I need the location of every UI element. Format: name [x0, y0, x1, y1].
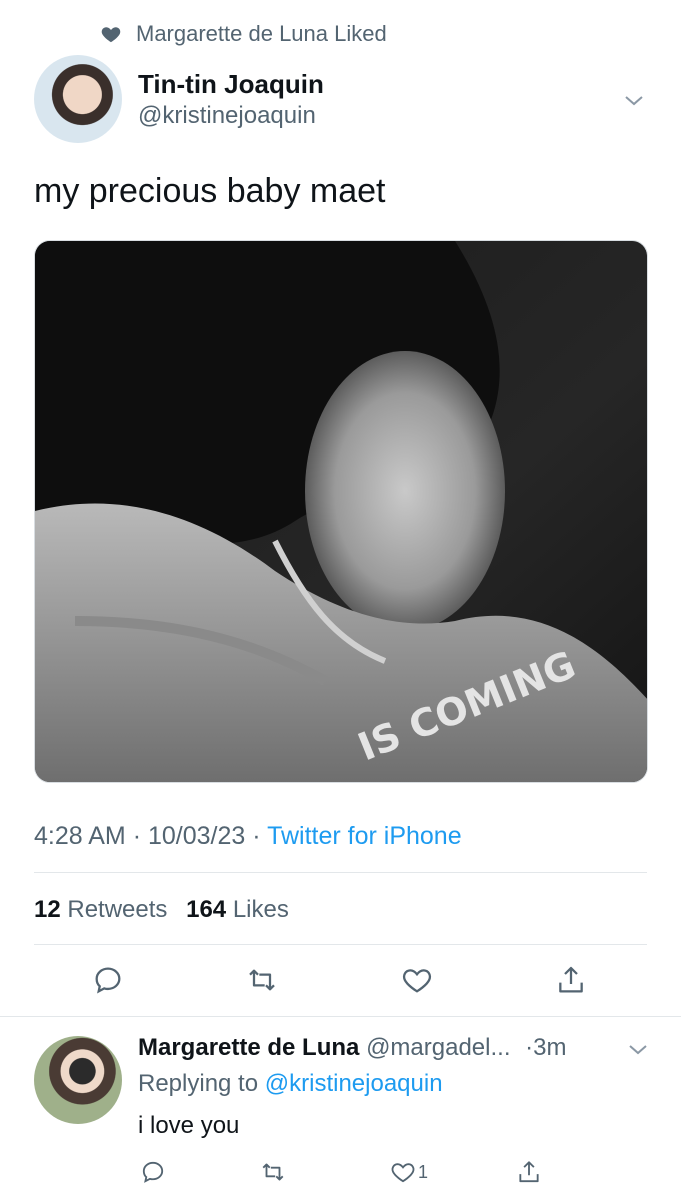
social-context: Margarette de Luna Liked: [100, 20, 387, 48]
reply-like-action[interactable]: 1: [390, 1158, 428, 1186]
retweets-stat[interactable]: 12 Retweets: [34, 896, 167, 923]
reply-time: ·3m: [525, 1034, 567, 1061]
divider: [34, 872, 647, 873]
chevron-down-icon[interactable]: [622, 89, 646, 113]
retweet-icon[interactable]: [246, 962, 278, 998]
like-heart-icon[interactable]: [390, 1159, 416, 1185]
tweet-text: my precious baby maet: [34, 172, 386, 210]
tweet-timestamp: 4:28 AM · 10/03/23 · Twitter for iPhone: [34, 822, 462, 851]
tweet-source-link[interactable]: Twitter for iPhone: [267, 822, 462, 850]
tweet-photo[interactable]: IS COMING: [34, 240, 648, 783]
tweet-stats: 12 Retweets 164 Likes: [34, 896, 289, 924]
meta-separator: ·: [132, 822, 148, 850]
tweet-time: 4:28 AM: [34, 822, 126, 850]
avatar[interactable]: [34, 1036, 122, 1124]
social-context-label: Margarette de Luna Liked: [136, 21, 387, 46]
reply-author-name[interactable]: Margarette de Luna: [138, 1034, 359, 1061]
replying-to: Replying to @kristinejoaquin: [138, 1070, 443, 1097]
likes-stat[interactable]: 164 Likes: [186, 896, 289, 923]
reply-header: Margarette de Luna @margadel... ·3m: [138, 1034, 567, 1062]
avatar[interactable]: [34, 55, 122, 143]
divider: [34, 944, 647, 945]
reply-text: i love you: [138, 1112, 240, 1139]
reply-icon[interactable]: [92, 962, 124, 998]
replying-to-link[interactable]: @kristinejoaquin: [265, 1070, 443, 1097]
author-name[interactable]: Tin-tin Joaquin: [138, 69, 324, 100]
reply-retweet-action[interactable]: [260, 1158, 286, 1186]
share-icon[interactable]: [555, 962, 587, 998]
share-icon[interactable]: [516, 1159, 542, 1185]
tweet-author: Tin-tin Joaquin @kristinejoaquin: [34, 55, 646, 145]
reply-icon[interactable]: [140, 1159, 166, 1185]
author-handle[interactable]: @kristinejoaquin: [138, 102, 316, 130]
reply-tweet[interactable]: Margarette de Luna @margadel... ·3m Repl…: [0, 1018, 681, 1200]
tweet-date: 10/03/23: [147, 822, 246, 850]
heart-icon: [101, 27, 121, 43]
divider: [0, 1016, 681, 1017]
meta-separator: ·: [252, 822, 268, 850]
retweet-icon[interactable]: [260, 1159, 286, 1185]
like-heart-icon[interactable]: [401, 962, 433, 998]
tweet-action-bar: [34, 962, 648, 1002]
reply-reply-action[interactable]: [140, 1158, 166, 1186]
chevron-down-icon[interactable]: [626, 1038, 650, 1062]
reply-like-count: 1: [418, 1161, 429, 1182]
reply-author-handle[interactable]: @margadel...: [366, 1034, 510, 1061]
reply-share-action[interactable]: [516, 1158, 542, 1186]
